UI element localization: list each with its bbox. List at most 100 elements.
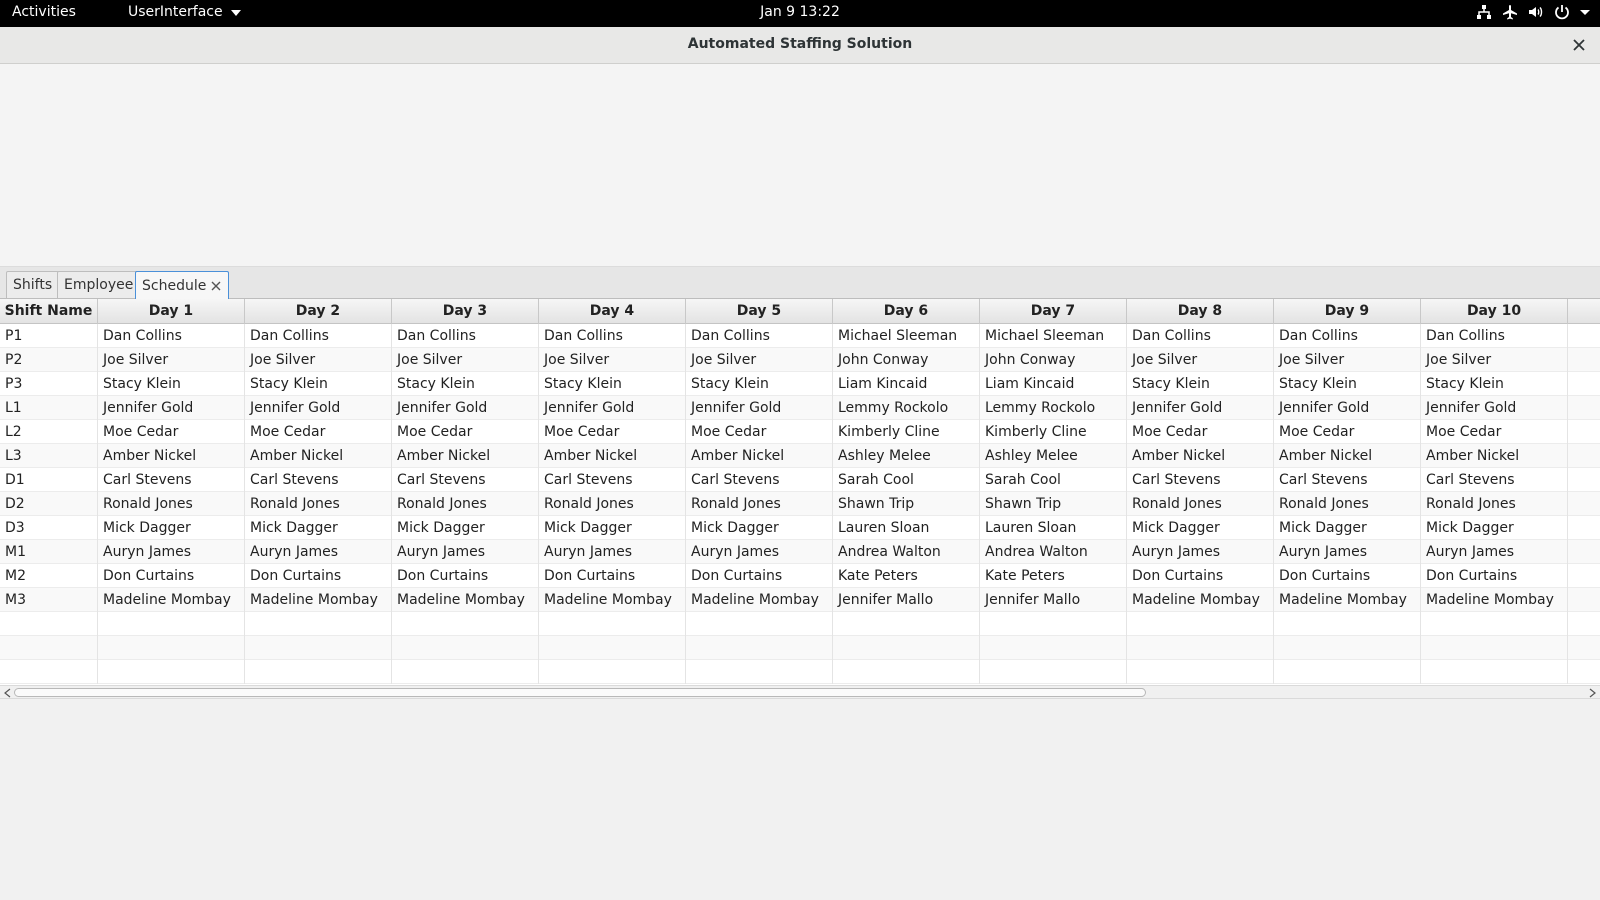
assignee-cell[interactable]: Madeline Mombay	[686, 588, 833, 612]
assignee-cell[interactable]	[1421, 636, 1568, 660]
assignee-cell[interactable]: Stacy Klein	[1421, 372, 1568, 396]
assignee-cell[interactable]: Don Curtains	[539, 564, 686, 588]
assignee-cell[interactable]	[980, 636, 1127, 660]
assignee-cell[interactable]: Auryn James	[686, 540, 833, 564]
assignee-cell[interactable]	[1421, 612, 1568, 636]
assignee-cell[interactable]	[539, 612, 686, 636]
assignee-cell[interactable]	[392, 612, 539, 636]
assignee-cell[interactable]: Ronald Jones	[1421, 492, 1568, 516]
close-tab-button[interactable]	[210, 280, 222, 292]
assignee-cell[interactable]: Madeline Mombay	[98, 588, 245, 612]
assignee-cell[interactable]	[539, 636, 686, 660]
assignee-cell[interactable]: Joe Silver	[539, 348, 686, 372]
assignee-cell[interactable]: Andrea Walton	[833, 540, 980, 564]
assignee-cell[interactable]	[833, 660, 980, 684]
assignee-cell[interactable]	[392, 660, 539, 684]
assignee-cell[interactable]: Mick Dagger	[245, 516, 392, 540]
assignee-cell[interactable]: John Conway	[833, 348, 980, 372]
assignee-cell[interactable]: Michael Sleeman	[833, 324, 980, 348]
system-tray[interactable]	[1476, 4, 1590, 20]
assignee-cell[interactable]	[1127, 612, 1274, 636]
shift-name-cell[interactable]: P1	[0, 324, 98, 348]
assignee-cell[interactable]: Dan Collins	[392, 324, 539, 348]
assignee-cell[interactable]: Dan Collins	[539, 324, 686, 348]
assignee-cell[interactable]: Stacy Klein	[1127, 372, 1274, 396]
assignee-cell[interactable]	[245, 636, 392, 660]
assignee-cell[interactable]	[686, 612, 833, 636]
assignee-cell[interactable]: Ronald Jones	[245, 492, 392, 516]
assignee-cell[interactable]: Auryn James	[1421, 540, 1568, 564]
assignee-cell[interactable]: Mick Dagger	[1274, 516, 1421, 540]
assignee-cell[interactable]: Jennifer Gold	[1274, 396, 1421, 420]
table-row[interactable]: P1 Dan Collins Dan Collins Dan Collins Dan C…	[0, 324, 1600, 348]
assignee-cell[interactable]: Stacy Klein	[392, 372, 539, 396]
empty-table-row[interactable]	[0, 660, 1600, 684]
assignee-cell[interactable]	[245, 660, 392, 684]
tab-schedule[interactable]: Schedule	[135, 271, 230, 299]
assignee-cell[interactable]	[686, 660, 833, 684]
assignee-cell[interactable]: Jennifer Gold	[1421, 396, 1568, 420]
empty-table-row[interactable]	[0, 636, 1600, 660]
table-row[interactable]: M2 Don Curtains Don Curtains Don Curtains Do…	[0, 564, 1600, 588]
assignee-cell[interactable]: Lauren Sloan	[980, 516, 1127, 540]
assignee-cell[interactable]: Stacy Klein	[98, 372, 245, 396]
table-row[interactable]: L2 Moe Cedar Moe Cedar Moe Cedar Moe Cedar Mo…	[0, 420, 1600, 444]
assignee-cell[interactable]: Amber Nickel	[1274, 444, 1421, 468]
assignee-cell[interactable]: Carl Stevens	[1274, 468, 1421, 492]
assignee-cell[interactable]: Amber Nickel	[1127, 444, 1274, 468]
assignee-cell[interactable]: Mick Dagger	[392, 516, 539, 540]
assignee-cell[interactable]: Ronald Jones	[1274, 492, 1421, 516]
assignee-cell[interactable]: Jennifer Gold	[686, 396, 833, 420]
assignee-cell[interactable]: Auryn James	[98, 540, 245, 564]
assignee-cell[interactable]: Lemmy Rockolo	[833, 396, 980, 420]
assignee-cell[interactable]: Don Curtains	[1274, 564, 1421, 588]
assignee-cell[interactable]: Auryn James	[245, 540, 392, 564]
assignee-cell[interactable]	[392, 636, 539, 660]
tab-shifts[interactable]: Shifts	[6, 271, 60, 298]
empty-table-row[interactable]	[0, 612, 1600, 636]
assignee-cell[interactable]: Shawn Trip	[833, 492, 980, 516]
column-header-day-2[interactable]: Day 2	[245, 299, 392, 324]
assignee-cell[interactable]: Joe Silver	[98, 348, 245, 372]
assignee-cell[interactable]: Michael Sleeman	[980, 324, 1127, 348]
column-header-day-4[interactable]: Day 4	[539, 299, 686, 324]
assignee-cell[interactable]	[98, 636, 245, 660]
assignee-cell[interactable]: Carl Stevens	[392, 468, 539, 492]
table-row[interactable]: L3 Amber Nickel Amber Nickel Amber Nickel Am…	[0, 444, 1600, 468]
assignee-cell[interactable]: Madeline Mombay	[1274, 588, 1421, 612]
assignee-cell[interactable]: Don Curtains	[392, 564, 539, 588]
assignee-cell[interactable]: Madeline Mombay	[1421, 588, 1568, 612]
assignee-cell[interactable]: Joe Silver	[392, 348, 539, 372]
assignee-cell[interactable]: Kimberly Cline	[833, 420, 980, 444]
assignee-cell[interactable]: Don Curtains	[1421, 564, 1568, 588]
assignee-cell[interactable]: Sarah Cool	[980, 468, 1127, 492]
assignee-cell[interactable]: Amber Nickel	[686, 444, 833, 468]
assignee-cell[interactable]	[1127, 636, 1274, 660]
column-header-shift-name[interactable]: Shift Name	[0, 299, 98, 324]
assignee-cell[interactable]	[1274, 612, 1421, 636]
assignee-cell[interactable]	[833, 636, 980, 660]
assignee-cell[interactable]: Dan Collins	[1421, 324, 1568, 348]
assignee-cell[interactable]: Moe Cedar	[539, 420, 686, 444]
shift-name-cell[interactable]	[0, 612, 98, 636]
assignee-cell[interactable]: Don Curtains	[686, 564, 833, 588]
assignee-cell[interactable]: Jennifer Mallo	[833, 588, 980, 612]
shift-name-cell[interactable]	[0, 660, 98, 684]
scrollbar-thumb[interactable]	[14, 688, 1146, 697]
column-header-day-1[interactable]: Day 1	[98, 299, 245, 324]
schedule-table[interactable]: Shift Name Day 1 Day 2 Day 3 Day 4 Day 5 Day 6…	[0, 299, 1600, 685]
assignee-cell[interactable]: Lauren Sloan	[833, 516, 980, 540]
assignee-cell[interactable]: Sarah Cool	[833, 468, 980, 492]
assignee-cell[interactable]: Amber Nickel	[245, 444, 392, 468]
assignee-cell[interactable]: Mick Dagger	[1421, 516, 1568, 540]
shift-name-cell[interactable]: D1	[0, 468, 98, 492]
assignee-cell[interactable]	[539, 660, 686, 684]
assignee-cell[interactable]: Carl Stevens	[686, 468, 833, 492]
assignee-cell[interactable]: Mick Dagger	[686, 516, 833, 540]
table-row[interactable]: L1 Jennifer Gold Jennifer Gold Jennifer Gol…	[0, 396, 1600, 420]
assignee-cell[interactable]: Amber Nickel	[1421, 444, 1568, 468]
assignee-cell[interactable]: Liam Kincaid	[980, 372, 1127, 396]
assignee-cell[interactable]: Carl Stevens	[1127, 468, 1274, 492]
column-header-day-3[interactable]: Day 3	[392, 299, 539, 324]
assignee-cell[interactable]: Auryn James	[539, 540, 686, 564]
